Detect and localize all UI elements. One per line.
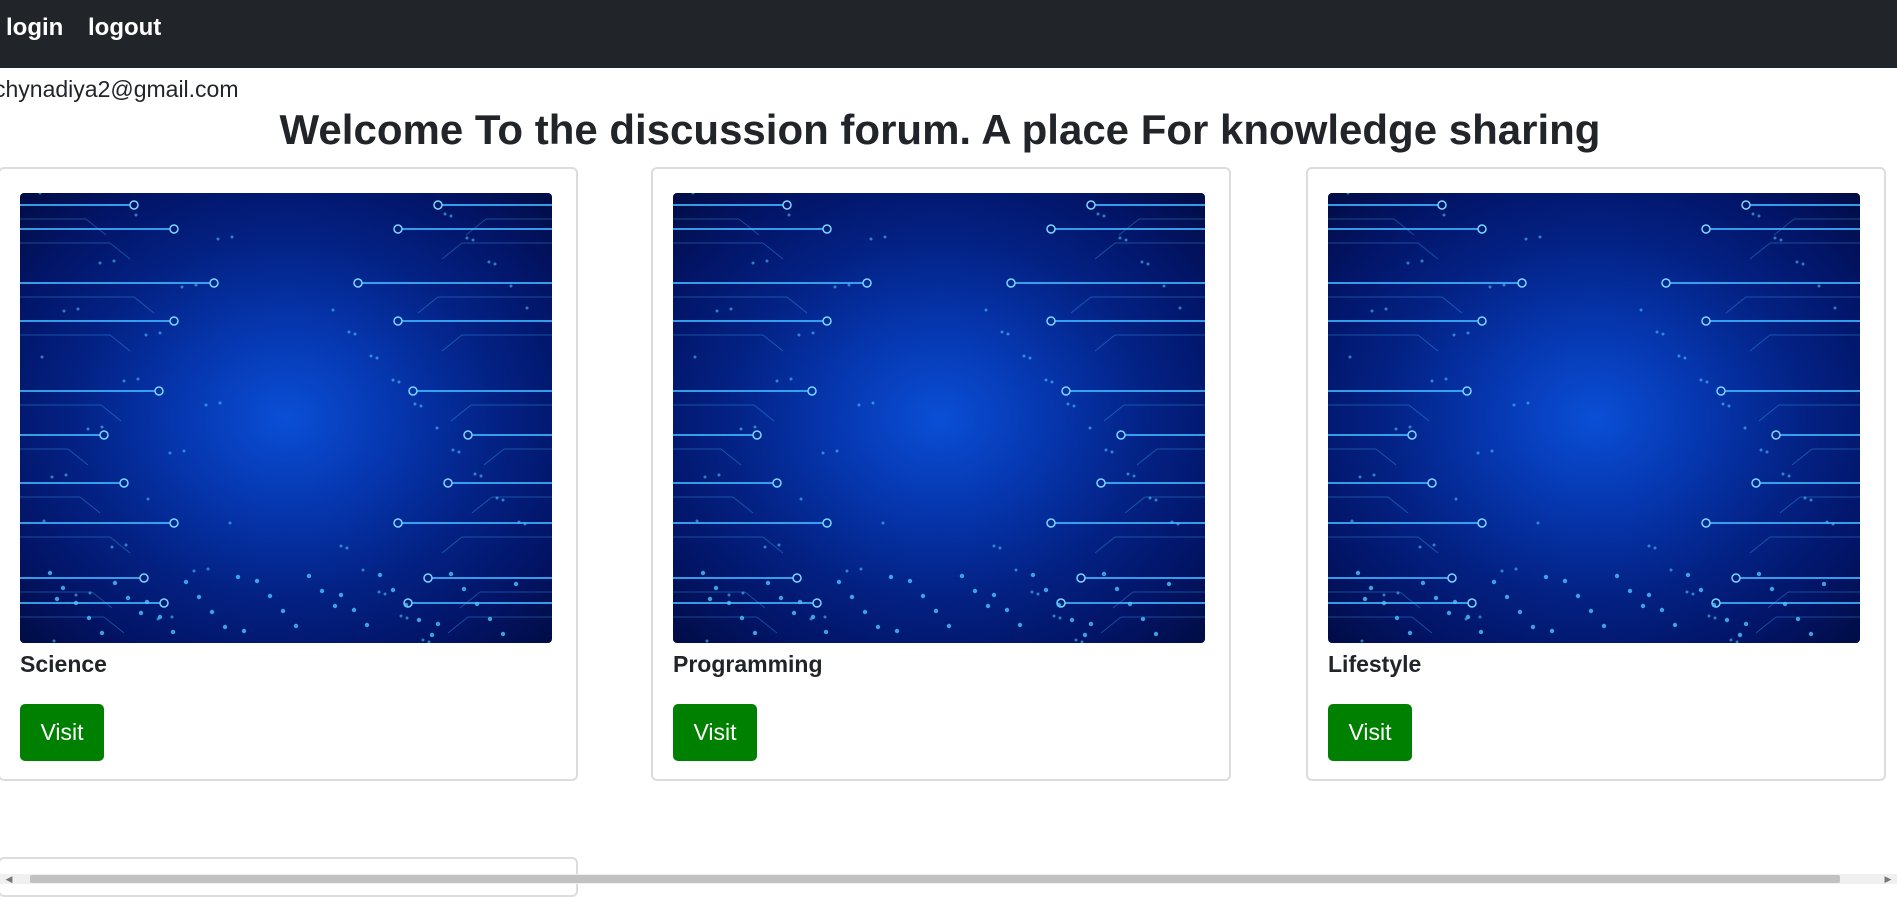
category-title: Lifestyle bbox=[1328, 651, 1422, 677]
scroll-right-arrow-icon[interactable]: ▶ bbox=[1881, 874, 1895, 884]
category-image bbox=[20, 193, 552, 643]
scrollbar-thumb[interactable] bbox=[30, 875, 1840, 883]
visit-button-programming[interactable]: Visit bbox=[673, 704, 757, 761]
category-card-programming: Programming Visit bbox=[651, 167, 1231, 781]
category-image bbox=[1328, 193, 1860, 643]
category-card-science: Science Visit bbox=[0, 167, 578, 781]
category-image bbox=[673, 193, 1205, 643]
top-navbar: login logout bbox=[0, 0, 1897, 68]
category-card-lifestyle: Lifestyle Visit bbox=[1306, 167, 1886, 781]
visit-button-lifestyle[interactable]: Visit bbox=[1328, 704, 1412, 761]
horizontal-scrollbar[interactable]: ◀ ▶ bbox=[0, 874, 1897, 884]
category-title: Science bbox=[20, 651, 107, 677]
logout-link[interactable]: logout bbox=[88, 14, 161, 42]
user-email: chynadiya2@gmail.com bbox=[0, 76, 239, 102]
scroll-left-arrow-icon[interactable]: ◀ bbox=[2, 874, 16, 884]
category-title: Programming bbox=[673, 651, 823, 677]
page-title: Welcome To the discussion forum. A place… bbox=[279, 106, 1601, 153]
visit-button-science[interactable]: Visit bbox=[20, 704, 104, 761]
login-link[interactable]: login bbox=[6, 14, 63, 42]
